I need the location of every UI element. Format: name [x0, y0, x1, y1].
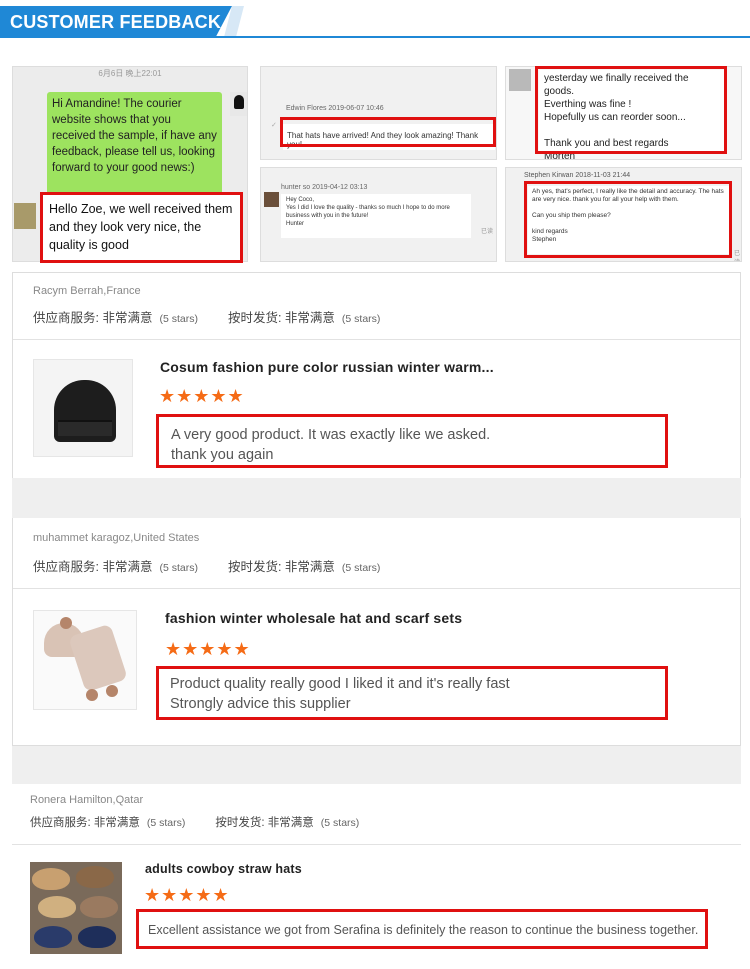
service-rating-count: (5 stars) [159, 313, 198, 325]
pompom-image [86, 689, 98, 701]
seller-avatar [230, 92, 247, 116]
highlight-box [280, 117, 496, 147]
product-thumbnail[interactable] [33, 359, 133, 457]
hat-image [80, 896, 118, 918]
product-thumbnail[interactable] [33, 610, 137, 710]
delivery-rating-count: (5 stars) [341, 313, 381, 325]
read-marker: 已读 [734, 251, 741, 261]
service-rating-label: 供应商服务: 非常满意 [33, 311, 153, 325]
product-title[interactable]: adults cowboy straw hats [145, 862, 302, 876]
star-rating: ★★★★★ [159, 386, 245, 406]
read-marker: ✓ [271, 122, 277, 129]
section-title: CUSTOMER FEEDBACK [10, 12, 222, 32]
reviewer-name: Ronera Hamilton,Qatar [30, 794, 144, 806]
star-rating: ★★★★★ [165, 639, 251, 659]
service-rating-label: 供应商服务: 非常满意 [33, 560, 153, 574]
divider [13, 588, 740, 589]
service-rating-count: (5 stars) [146, 817, 186, 829]
pompom-image [106, 685, 118, 697]
highlight-box [40, 192, 243, 263]
chat-screenshot-hunter: hunter so 2019-04-12 03:13 Hey Coco, Yes… [260, 167, 497, 262]
highlight-box [156, 666, 668, 720]
section-gap [12, 746, 741, 784]
pompom-image [60, 617, 72, 629]
delivery-rating-label: 按时发货: 非常满意 [215, 817, 314, 829]
reviewer-name: muhammet karagoz,United States [33, 532, 200, 544]
hat-image [76, 866, 114, 888]
scarf-image [68, 623, 128, 693]
rating-summary: 供应商服务: 非常满意 (5 stars) 按时发货: 非常满意 (5 stars) [30, 814, 359, 830]
chat-timestamp: 6月6日 晚上22:01 [98, 69, 162, 78]
highlight-box [535, 66, 727, 154]
delivery-rating-count: (5 stars) [320, 817, 360, 829]
chat-meta: Stephen Kirwan 2018-11-03 21:44 [524, 172, 631, 179]
product-title[interactable]: Cosum fashion pure color russian winter … [160, 359, 494, 375]
delivery-rating-label: 按时发货: 非常满意 [227, 311, 335, 325]
header-underline [0, 36, 750, 38]
divider [12, 844, 741, 845]
chat-meta: hunter so 2019-04-12 03:13 [281, 184, 368, 191]
service-rating-label: 供应商服务: 非常满意 [30, 817, 140, 829]
hat-image [78, 926, 116, 948]
section-gap [12, 478, 741, 518]
highlight-box [156, 414, 668, 468]
highlight-box [136, 909, 708, 949]
product-title[interactable]: fashion winter wholesale hat and scarf s… [165, 610, 462, 626]
buyer-avatar [14, 203, 36, 229]
rating-summary: 供应商服务: 非常满意 (5 stars) 按时发货: 非常满意 (5 stars) [33, 556, 380, 575]
highlight-box [524, 181, 732, 258]
divider [13, 339, 740, 340]
buyer-avatar [509, 69, 531, 91]
buyer-avatar [264, 192, 279, 207]
chat-message: Hey Coco, Yes I did I love the quality -… [281, 194, 471, 238]
hat-image [32, 868, 70, 890]
beanie-image [54, 380, 116, 442]
delivery-rating-label: 按时发货: 非常满意 [227, 560, 335, 574]
seller-message-bubble: Hi Amandine! The courier website shows t… [47, 92, 222, 195]
read-marker: 已读 [481, 229, 494, 235]
feedback-page: CUSTOMER FEEDBACK 6月6日 晚上22:01 Hi Amandi… [0, 0, 750, 969]
hat-image [34, 926, 72, 948]
chat-meta: Edwin Flores 2019-06-07 10:46 [286, 105, 384, 112]
reviewer-name: Racym Berrah,France [33, 285, 141, 297]
service-rating-count: (5 stars) [159, 562, 198, 574]
section-header: CUSTOMER FEEDBACK [0, 0, 750, 40]
hat-image [38, 896, 76, 918]
delivery-rating-count: (5 stars) [341, 562, 381, 574]
star-rating: ★★★★★ [144, 885, 230, 905]
rating-summary: 供应商服务: 非常满意 (5 stars) 按时发货: 非常满意 (5 stars) [33, 307, 380, 326]
product-thumbnail[interactable] [30, 862, 122, 954]
